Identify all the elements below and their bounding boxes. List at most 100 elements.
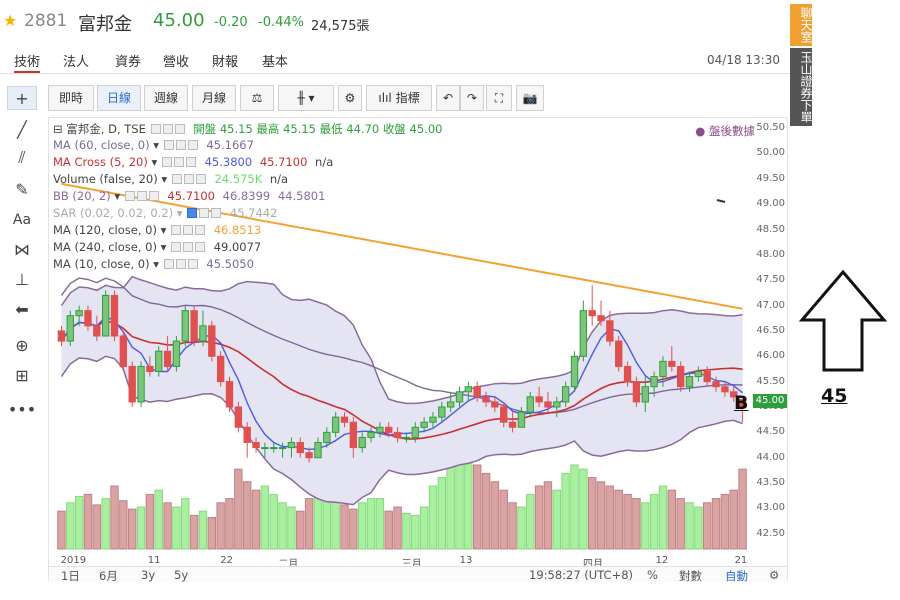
candle-body xyxy=(296,442,304,454)
tab-institutional[interactable]: 法人 xyxy=(63,51,89,73)
trend-line-icon[interactable]: ╱ xyxy=(7,118,37,142)
zoom-icon[interactable]: ⊕ xyxy=(7,334,37,358)
legend-bb-label: BB (20, 2) xyxy=(53,189,111,203)
interval-daily-button[interactable]: 日線 xyxy=(97,85,141,111)
tab-revenue[interactable]: 營收 xyxy=(163,51,189,73)
tab-financials[interactable]: 財報 xyxy=(212,51,238,73)
candle-body xyxy=(287,442,296,449)
legend-sar[interactable]: SAR (0.02, 0.02, 0.2) ▾ 45.7442 xyxy=(53,206,277,223)
legend-bb-lower: 44.5801 xyxy=(277,189,326,203)
volume-bar xyxy=(366,498,376,550)
x-tick-label: 21 xyxy=(734,555,748,566)
measure-icon[interactable]: ⊥ xyxy=(7,268,37,292)
y-tick-label: 50.00 xyxy=(756,147,785,159)
candle-body xyxy=(464,386,473,393)
fib-icon[interactable]: ⫽ xyxy=(7,146,37,170)
tab-margin[interactable]: 資券 xyxy=(115,51,141,73)
chart-type-icon[interactable]: ╫ ▾ xyxy=(278,85,334,111)
y-axis[interactable]: 50.50 50.00 49.50 49.00 48.50 48.00 47.50 47.00… xyxy=(753,118,787,558)
candle-body xyxy=(93,325,101,337)
volume-bar xyxy=(349,508,358,550)
star-icon[interactable]: ★ xyxy=(3,11,17,30)
annotation-45: 45 xyxy=(821,385,848,407)
legend-ma60[interactable]: MA (60, close, 0) ▾ 45.1667 xyxy=(53,138,254,155)
legend-volume-ma: n/a xyxy=(269,172,289,186)
interval-realtime-button[interactable]: 即時 xyxy=(48,85,94,111)
y-tick-label: 45.50 xyxy=(756,375,785,387)
candle-body xyxy=(199,325,207,342)
candle-body xyxy=(553,401,561,408)
legend-ma120[interactable]: MA (120, close, 0) ▾ 46.8513 xyxy=(53,223,261,240)
interval-monthly-button[interactable]: 月線 xyxy=(192,85,236,111)
chart-toolbar: 即時 日線 週線 月線 ⚖ ╫ ▾ ⚙ ılıl 指標 ↶ ↷ ⛶ 📷 xyxy=(48,85,788,111)
percent-toggle[interactable]: % xyxy=(647,568,658,582)
camera-icon[interactable]: 📷 xyxy=(516,85,544,111)
interval-weekly-button[interactable]: 週線 xyxy=(144,85,188,111)
price-change-pct: -0.44% xyxy=(258,15,304,30)
settings-icon[interactable]: ⚙ xyxy=(338,85,362,111)
legend-ma120-value: 46.8513 xyxy=(213,223,262,237)
volume-bar xyxy=(534,485,544,550)
legend-ma240-value: 49.0077 xyxy=(213,240,262,254)
candle-body xyxy=(561,386,570,403)
range-5y-button[interactable]: 5y xyxy=(174,568,188,582)
ruler-icon[interactable]: ⊞ xyxy=(7,364,37,388)
legend-ma-cross-slow: 45.7100 xyxy=(259,155,308,169)
chatroom-tab[interactable]: 聊天室 xyxy=(790,4,813,46)
candle-body xyxy=(446,401,455,408)
candle-body xyxy=(455,391,464,403)
candle-body xyxy=(420,421,428,428)
range-1d-button[interactable]: 1日 xyxy=(61,568,80,584)
range-3y-button[interactable]: 3y xyxy=(141,568,155,582)
volume-bar xyxy=(127,508,137,550)
crosshair-icon[interactable]: + xyxy=(7,86,37,110)
more-icon[interactable]: ••• xyxy=(7,398,37,422)
compare-icon[interactable]: ⚖ xyxy=(240,85,274,111)
tab-technical[interactable]: 技術 xyxy=(14,51,41,73)
brush-icon[interactable]: ✎ xyxy=(7,178,37,202)
undo-icon[interactable]: ↶ xyxy=(436,85,460,111)
fullscreen-icon[interactable]: ⛶ xyxy=(486,85,512,111)
candle-body xyxy=(668,360,676,367)
indicators-button[interactable]: ılıl 指標 xyxy=(366,85,432,111)
candle-body xyxy=(641,386,649,403)
candle-body xyxy=(385,426,393,433)
volume-bar xyxy=(729,489,738,550)
volume-bar xyxy=(198,510,208,550)
candle-body xyxy=(225,381,234,408)
stock-price: 45.00 xyxy=(153,10,205,31)
after-hours-text: 盤後數據 xyxy=(709,124,755,138)
legend-ma240[interactable]: MA (240, close, 0) ▾ 49.0077 xyxy=(53,240,261,257)
legend-ma10[interactable]: MA (10, close, 0) ▾ 45.5050 xyxy=(53,257,254,274)
legend-ma60-value: 45.1667 xyxy=(206,138,254,152)
tab-basic[interactable]: 基本 xyxy=(262,51,288,73)
arrow-left-icon[interactable]: ⬅ xyxy=(7,298,37,322)
legend-ma-cross[interactable]: MA Cross (5, 20) ▾ 45.3800 45.7100 n/a xyxy=(53,155,333,172)
candle-body xyxy=(101,294,110,337)
volume-bar xyxy=(667,489,677,550)
candle-body xyxy=(216,355,225,383)
y-tick-label: 47.00 xyxy=(756,299,785,311)
redo-icon[interactable]: ↷ xyxy=(460,85,484,111)
legend-volume[interactable]: Volume (false, 20) ▾ 24.575K n/a xyxy=(53,172,288,189)
auto-toggle[interactable]: 自動 xyxy=(725,568,748,584)
candle-body xyxy=(491,401,499,408)
broker-order-tab[interactable]: 玉山證券下單 xyxy=(790,48,813,126)
candle-body xyxy=(676,365,685,388)
candle-body xyxy=(632,381,641,403)
price-chart[interactable]: ⊟ 富邦金, D, TSE 開盤 45.15 最高 45.15 最低 44.70… xyxy=(48,117,788,584)
y-tick-label: 44.00 xyxy=(756,451,785,463)
text-tool-icon[interactable]: Aa xyxy=(7,208,37,232)
candlestick xyxy=(208,320,216,362)
candle-body xyxy=(331,416,340,433)
log-toggle[interactable]: 對數 xyxy=(679,568,702,584)
trade-volume: 24,575張 xyxy=(311,19,370,34)
legend-bb[interactable]: BB (20, 2) ▾ 45.7100 46.8399 44.5801 xyxy=(53,189,325,206)
volume-bar xyxy=(304,498,314,550)
range-6m-button[interactable]: 6月 xyxy=(99,568,118,584)
after-hours-label[interactable]: ● 盤後數據 xyxy=(695,123,755,139)
axis-settings-icon[interactable]: ⚙ xyxy=(769,568,779,582)
pattern-icon[interactable]: ⋈ xyxy=(7,238,37,262)
candle-body xyxy=(508,421,517,428)
legend-ma10-label: MA (10, close, 0) xyxy=(53,257,150,271)
